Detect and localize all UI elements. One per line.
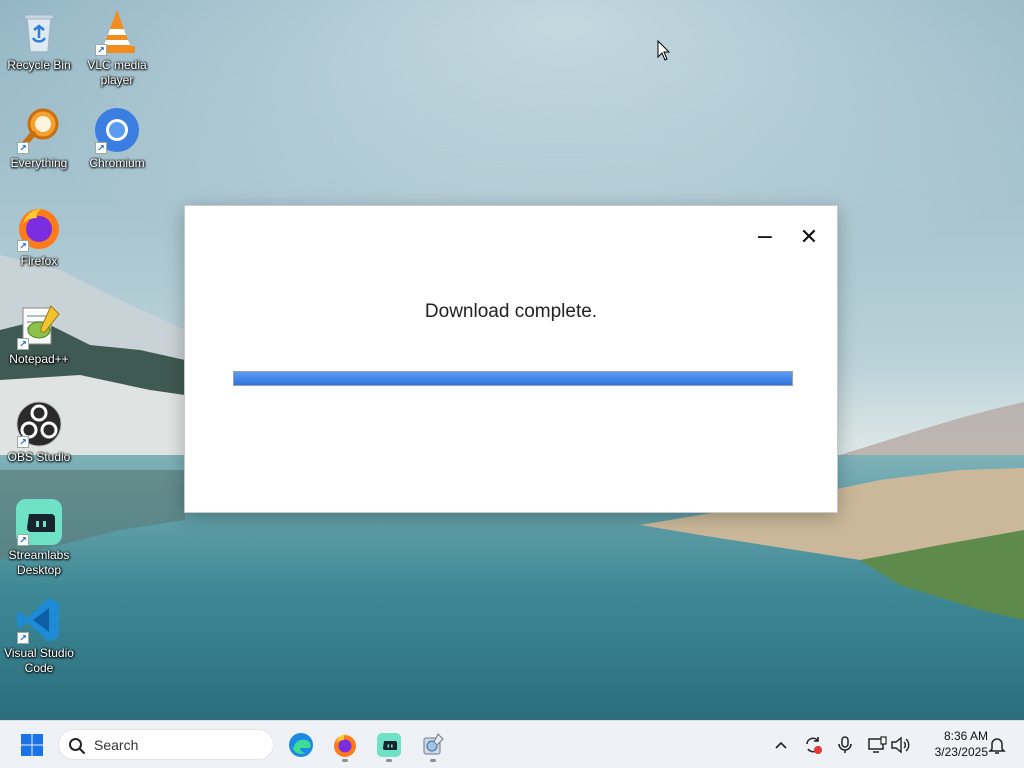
shortcut-arrow-icon: ↗ — [17, 534, 29, 546]
shortcut-arrow-icon: ↗ — [17, 632, 29, 644]
download-dialog: − ✕ Download complete. — [184, 205, 838, 513]
vscode-icon: ↗ — [15, 596, 63, 644]
firefox-icon — [334, 734, 356, 757]
search-icon — [69, 738, 85, 754]
streamlabs-icon: ↗ — [15, 498, 63, 546]
desktop-icon-vlc[interactable]: ↗ VLC media player — [78, 8, 156, 88]
desktop-icon-vscode[interactable]: ↗ Visual Studio Code — [0, 596, 78, 676]
taskbar: Search 8:36 AM 3/23/2025 — [0, 720, 1024, 768]
obs-icon: ↗ — [15, 400, 63, 448]
taskbar-search-box[interactable]: Search — [58, 729, 274, 760]
desktop-icon-everything[interactable]: ↗ Everything — [0, 106, 78, 171]
network-tray-button[interactable] — [865, 733, 889, 757]
desktop-icon-chromium[interactable]: ↗ Chromium — [78, 106, 156, 171]
firefox-icon: ↗ — [15, 204, 63, 252]
microphone-icon — [838, 736, 852, 753]
close-button[interactable]: ✕ — [792, 222, 826, 252]
search-placeholder: Search — [94, 737, 139, 753]
clock-time: 8:36 AM — [943, 729, 988, 743]
desktop-icon-label: Streamlabs Desktop — [8, 548, 70, 577]
sync-tray-button[interactable] — [801, 733, 825, 757]
taskbar-streamlabs[interactable] — [371, 727, 407, 763]
desktop-icon-label: OBS Studio — [7, 450, 71, 464]
notepadpp-icon: ↗ — [15, 302, 63, 350]
recycle-bin-icon — [15, 8, 63, 56]
shortcut-arrow-icon: ↗ — [95, 44, 107, 56]
start-button[interactable] — [14, 727, 50, 763]
streamlabs-icon — [377, 733, 401, 757]
desktop-icon-obs[interactable]: ↗ OBS Studio — [0, 400, 78, 465]
minimize-button[interactable]: − — [748, 222, 782, 252]
progress-bar — [233, 371, 793, 386]
notifications-button[interactable] — [985, 733, 1009, 757]
volume-icon — [891, 736, 910, 754]
notification-bell-icon — [988, 738, 1006, 754]
desktop-icon-label: Visual Studio Code — [4, 646, 74, 675]
start-icon — [21, 734, 43, 756]
installer-icon — [423, 733, 444, 755]
desktop-icon-label: Everything — [10, 156, 68, 170]
desktop-icon-firefox[interactable]: ↗ Firefox — [0, 204, 78, 269]
taskbar-edge[interactable] — [283, 727, 319, 763]
shortcut-arrow-icon: ↗ — [17, 240, 29, 252]
vlc-icon: ↗ — [93, 8, 141, 56]
taskbar-installer[interactable] — [415, 727, 451, 763]
shortcut-arrow-icon: ↗ — [95, 142, 107, 154]
running-indicator — [342, 759, 348, 762]
taskbar-clock[interactable]: 8:36 AM 3/23/2025 — [918, 728, 988, 760]
shortcut-arrow-icon: ↗ — [17, 142, 29, 154]
desktop-icon-label: Recycle Bin — [7, 58, 71, 72]
desktop-icon-label: Chromium — [89, 156, 145, 170]
desktop-icon-label: VLC media player — [87, 58, 147, 87]
everything-icon: ↗ — [15, 106, 63, 154]
sync-icon — [806, 737, 822, 754]
microphone-tray-button[interactable] — [833, 733, 857, 757]
taskbar-firefox[interactable] — [327, 727, 363, 763]
desktop-icon-recycle-bin[interactable]: Recycle Bin — [0, 8, 78, 73]
edge-icon — [289, 733, 313, 757]
shortcut-arrow-icon: ↗ — [17, 338, 29, 350]
desktop-icon-label: Notepad++ — [9, 352, 69, 366]
desktop-icon-streamlabs[interactable]: ↗ Streamlabs Desktop — [0, 498, 78, 578]
shortcut-arrow-icon: ↗ — [17, 436, 29, 448]
running-indicator — [430, 759, 436, 762]
chevron-up-icon — [775, 741, 787, 749]
volume-tray-button[interactable] — [888, 733, 912, 757]
desktop-icon-notepadpp[interactable]: ↗ Notepad++ — [0, 302, 78, 367]
network-icon — [868, 736, 887, 753]
progress-bar-fill — [234, 372, 792, 385]
desktop-icon-label: Firefox — [20, 254, 58, 268]
status-message: Download complete. — [424, 301, 598, 322]
chromium-icon: ↗ — [93, 106, 141, 154]
show-hidden-icons-button[interactable] — [769, 733, 793, 757]
mouse-cursor-icon — [657, 40, 671, 61]
running-indicator — [386, 759, 392, 762]
clock-date: 3/23/2025 — [934, 745, 988, 759]
